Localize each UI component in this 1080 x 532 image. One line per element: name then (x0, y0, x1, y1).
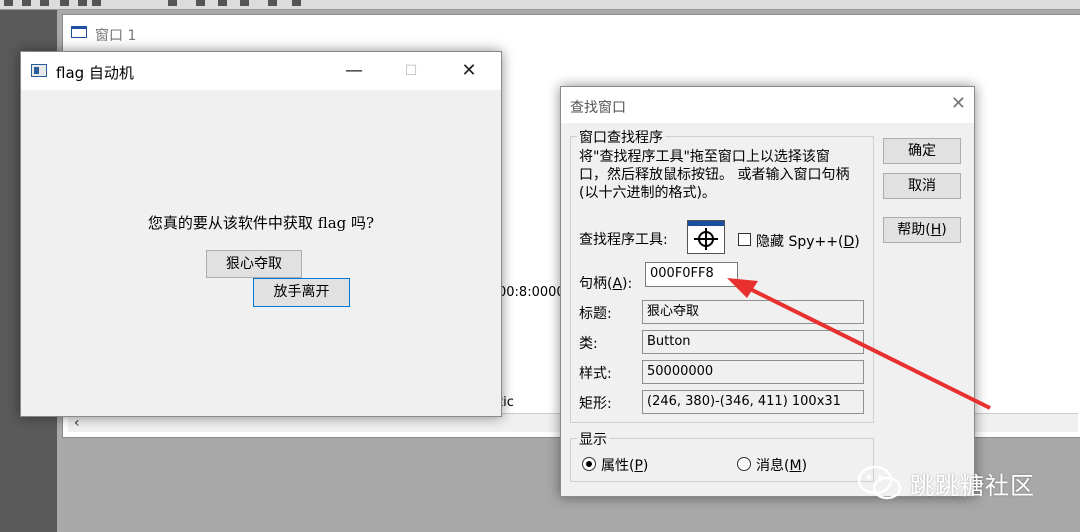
arrow-shaft (739, 282, 991, 410)
wechat-icon (857, 465, 902, 500)
annotation-arrow (727, 278, 991, 410)
watermark-text: 跳跳糖社区 (910, 472, 1035, 500)
arrow-head (727, 278, 758, 298)
